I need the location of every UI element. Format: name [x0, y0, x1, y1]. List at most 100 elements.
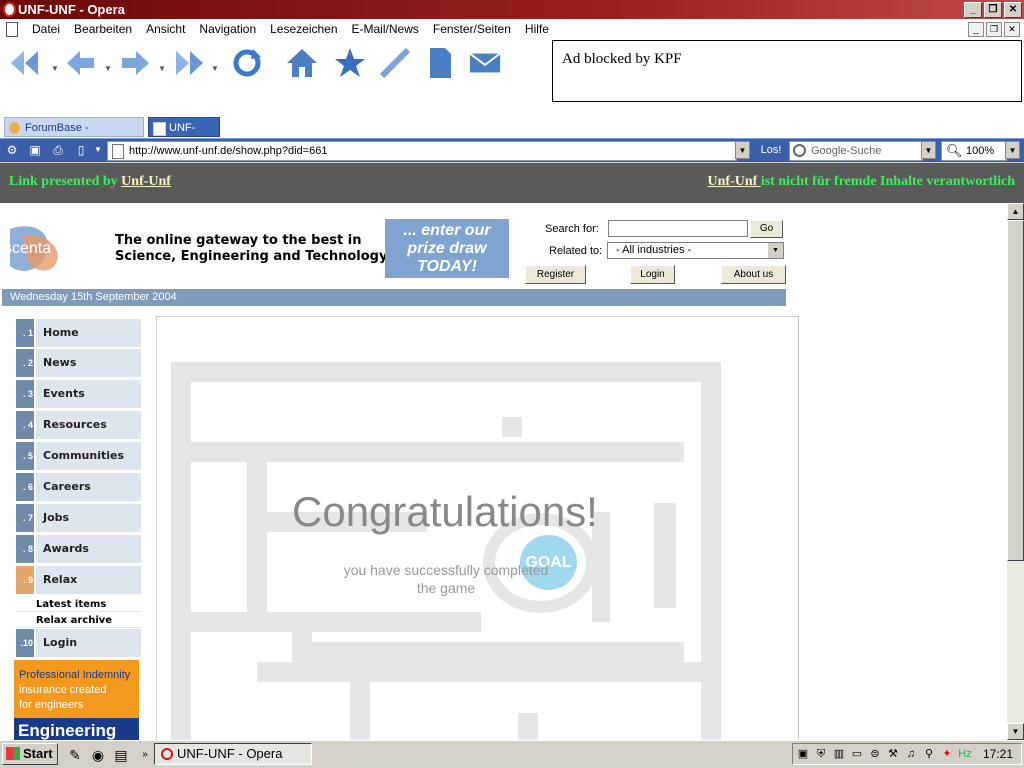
forward-dropdown-icon[interactable]: ▼ [158, 64, 166, 73]
nav-events[interactable]: . 3 Events [16, 380, 141, 408]
tagline-line-1: The online gateway to the best in [115, 233, 362, 248]
menu-ansicht[interactable]: Ansicht [146, 22, 185, 36]
menu-fenster-seiten[interactable]: Fenster/Seiten [433, 22, 511, 36]
nav-login[interactable]: .10 Login [16, 629, 141, 657]
display-icon[interactable]: ▭ [850, 747, 864, 761]
panel-toggle-icon[interactable]: ⚙ [4, 142, 20, 158]
maximize-button[interactable]: ❐ [984, 2, 1002, 18]
fast-forward-dropdown-icon[interactable]: ▼ [211, 64, 219, 73]
quicklaunch-console-icon[interactable]: ▤ [112, 746, 130, 764]
menu-bearbeiten[interactable]: Bearbeiten [74, 22, 132, 36]
login-button[interactable]: Login [630, 265, 675, 284]
tool-icon[interactable]: ⚒ [886, 747, 900, 761]
disclaimer-text: ist nicht für fremde Inhalte verantwortl… [760, 174, 1015, 189]
minimize-button[interactable]: _ [964, 2, 982, 18]
sound-icon[interactable]: ♫ [904, 747, 918, 761]
menu-datei[interactable]: Datei [32, 22, 60, 36]
quicklaunch-more-icon[interactable]: » [136, 746, 154, 764]
google-search-input[interactable]: Google-Suche [789, 141, 923, 161]
document-icon[interactable] [6, 22, 18, 37]
menu-hilfe[interactable]: Hilfe [525, 22, 549, 36]
page-icon[interactable]: ▯ [73, 142, 89, 158]
mdi-close-button[interactable]: ✕ [1004, 22, 1020, 37]
print-icon[interactable]: ⎙ [50, 142, 66, 158]
subnav-latest-items[interactable]: Latest items [16, 597, 141, 612]
close-button[interactable]: ✕ [1004, 2, 1022, 18]
go-search-button[interactable]: Go [750, 220, 783, 238]
nav-relax[interactable]: . 9 Relax [16, 566, 141, 594]
scroll-thumb[interactable] [1007, 220, 1024, 561]
zoom-field[interactable]: 🔍︎ 100% [941, 141, 1007, 161]
shield-icon[interactable]: ⛨ [814, 747, 828, 761]
url-dropdown-button[interactable]: ▼ [735, 141, 750, 159]
scroll-up-button[interactable]: ▲ [1007, 203, 1024, 220]
tab-forumbase[interactable]: ForumBase - Antworten [4, 117, 144, 154]
nav-home[interactable]: . 1 Home [16, 319, 141, 347]
nav-label: Awards [36, 535, 141, 563]
battery-icon[interactable]: ▥ [832, 747, 846, 761]
chevron-down-icon: ▼ [768, 243, 783, 258]
page-icon [112, 144, 124, 159]
url-input[interactable]: http://www.unf-unf.de/show.php?did=661 [107, 141, 737, 161]
prize-draw-banner[interactable]: ... enter our prize draw TODAY! [385, 219, 509, 278]
home-icon[interactable] [285, 46, 319, 80]
back-dropdown-icon[interactable]: ▼ [104, 64, 112, 73]
web-page: scenta The online gateway to the best in… [0, 203, 1007, 740]
nav-number: . 3 [16, 380, 34, 408]
forward-icon[interactable] [118, 46, 152, 80]
nav-label: Resources [36, 411, 141, 439]
nav-news[interactable]: . 2 News [16, 349, 141, 377]
site-search-input[interactable] [608, 220, 748, 237]
network-icon[interactable]: ▣ [796, 747, 810, 761]
back-icon[interactable] [64, 46, 98, 80]
register-button[interactable]: Register [525, 265, 586, 284]
industry-select[interactable]: - All industries - ▼ [607, 242, 784, 259]
start-button[interactable]: Start [2, 743, 58, 765]
rewind-icon[interactable] [8, 46, 42, 80]
hz-icon[interactable]: Hz [958, 747, 972, 761]
reload-icon[interactable] [230, 46, 264, 80]
tab-unf-unf[interactable]: UNF-UNF [148, 117, 220, 154]
mail-icon[interactable] [468, 46, 502, 80]
nav-awards[interactable]: . 8 Awards [16, 535, 141, 563]
quicklaunch-pen-icon[interactable]: ✎ [66, 746, 84, 764]
opera-logo-icon [3, 2, 16, 17]
tab-page-icon [153, 122, 166, 136]
page-dropdown-icon[interactable]: ▼ [90, 142, 106, 158]
menu-navigation[interactable]: Navigation [199, 22, 256, 36]
nav-careers[interactable]: . 6 Careers [16, 473, 141, 501]
mdi-restore-button[interactable]: ❐ [986, 22, 1002, 37]
scroll-down-button[interactable]: ▼ [1007, 723, 1024, 740]
nav-communities[interactable]: . 5 Communities [16, 442, 141, 470]
fast-forward-icon[interactable] [172, 46, 206, 80]
engineering-insurance-ad[interactable]: Professional Indemnity insurance created… [14, 660, 139, 740]
unf-unf-link[interactable]: Unf-Unf [121, 174, 171, 189]
about-us-button[interactable]: About us [721, 265, 786, 284]
new-page-icon[interactable] [423, 46, 457, 80]
taskbar-item-opera[interactable]: UNF-UNF - Opera [154, 743, 312, 765]
mdi-minimize-button[interactable]: _ [968, 22, 984, 37]
go-button[interactable]: Los! [757, 141, 785, 159]
subnav-relax-archive[interactable]: Relax archive [16, 613, 141, 628]
system-tray: ▣ ⛨ ▥ ▭ ⊜ ⚒ ♫ ⚲ ✦ Hz 17:21 [792, 743, 1022, 765]
nav-jobs[interactable]: . 7 Jobs [16, 504, 141, 532]
zoom-dropdown[interactable]: ▼ [1005, 141, 1020, 159]
disk-icon[interactable]: ⊜ [868, 747, 882, 761]
vertical-scrollbar[interactable]: ▲ ▼ [1007, 203, 1024, 740]
unf-unf-link[interactable]: Unf-Unf [708, 174, 761, 189]
pen-icon[interactable] [378, 46, 412, 80]
nav-resources[interactable]: . 4 Resources [16, 411, 141, 439]
nav-number: . 1 [16, 319, 34, 347]
rewind-dropdown-icon[interactable]: ▼ [51, 64, 59, 73]
scenta-logo[interactable]: scenta [2, 221, 72, 281]
bookmark-star-icon[interactable] [333, 46, 367, 80]
menu-email-news[interactable]: E-Mail/News [352, 22, 419, 36]
antivirus-icon[interactable]: ✦ [940, 747, 954, 761]
usb-icon[interactable]: ⚲ [922, 747, 936, 761]
nav-label: Relax [36, 566, 141, 594]
quicklaunch-firefox-icon[interactable]: ◉ [89, 746, 107, 764]
nav-label: Communities [36, 442, 141, 470]
menu-lesezeichen[interactable]: Lesezeichen [270, 22, 337, 36]
search-engine-dropdown[interactable]: ▼ [921, 141, 936, 159]
camera-icon[interactable]: ▣ [27, 142, 43, 158]
